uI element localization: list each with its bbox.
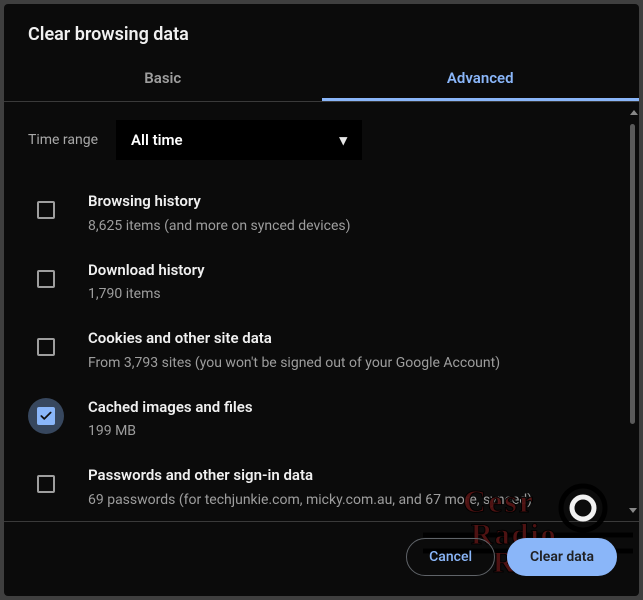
checkbox-wrap-cookies [28,329,64,365]
clear-data-button[interactable]: Clear data [507,538,617,576]
tab-advanced[interactable]: Advanced [322,55,640,101]
time-range-select[interactable]: All time ▾ [116,120,362,160]
option-label: Cookies and other site data [88,329,615,349]
scroll-up-icon[interactable] [630,110,638,115]
option-row-download-history: Download history 1,790 items [28,251,615,320]
time-range-value: All time [131,131,183,149]
option-row-passwords: Passwords and other sign-in data 69 passw… [28,456,615,522]
option-text-cache: Cached images and files 199 MB [88,396,615,443]
active-tab-indicator [322,98,640,101]
dialog-body: Time range All time ▾ Browsing history 8,… [4,102,639,522]
option-row-cache: Cached images and files 199 MB [28,388,615,457]
option-label: Passwords and other sign-in data [88,466,615,486]
checkbox-browsing-history[interactable] [37,201,55,219]
checkbox-wrap-download-history [28,261,64,297]
time-range-row: Time range All time ▾ [28,120,615,160]
option-label: Cached images and files [88,398,615,418]
checkbox-wrap-cache [28,398,64,434]
checkmark-icon [39,409,53,423]
option-desc: 8,625 items (and more on synced devices) [88,216,615,237]
option-row-browsing-history: Browsing history 8,625 items (and more on… [28,182,615,251]
tabs: Basic Advanced [4,55,639,101]
clear-browsing-data-dialog: Clear browsing data Basic Advanced Time … [4,4,639,596]
option-text-passwords: Passwords and other sign-in data 69 passw… [88,464,615,511]
option-row-cookies: Cookies and other site data From 3,793 si… [28,319,615,388]
checkbox-wrap-browsing-history [28,192,64,228]
checkbox-passwords[interactable] [37,475,55,493]
checkbox-cache[interactable] [37,407,55,425]
scroll-thumb[interactable] [630,124,635,424]
option-label: Browsing history [88,192,615,212]
option-desc: 1,790 items [88,284,615,305]
option-text-download-history: Download history 1,790 items [88,259,615,306]
time-range-label: Time range [28,132,98,148]
checkbox-wrap-passwords [28,466,64,502]
scrollbar[interactable] [630,110,635,513]
chevron-down-icon: ▾ [340,131,348,149]
dialog-footer: Cancel Clear data [4,522,639,596]
cancel-button[interactable]: Cancel [406,538,495,576]
tab-basic[interactable]: Basic [4,55,322,101]
scroll-down-icon[interactable] [629,508,637,513]
option-desc: 69 passwords (for techjunkie.com, micky.… [88,490,615,511]
option-desc: 199 MB [88,421,615,442]
option-label: Download history [88,261,615,281]
option-text-browsing-history: Browsing history 8,625 items (and more on… [88,190,615,237]
checkbox-cookies[interactable] [37,338,55,356]
dialog-title: Clear browsing data [4,4,639,55]
option-text-cookies: Cookies and other site data From 3,793 si… [88,327,615,374]
checkbox-download-history[interactable] [37,270,55,288]
option-desc: From 3,793 sites (you won't be signed ou… [88,353,615,374]
